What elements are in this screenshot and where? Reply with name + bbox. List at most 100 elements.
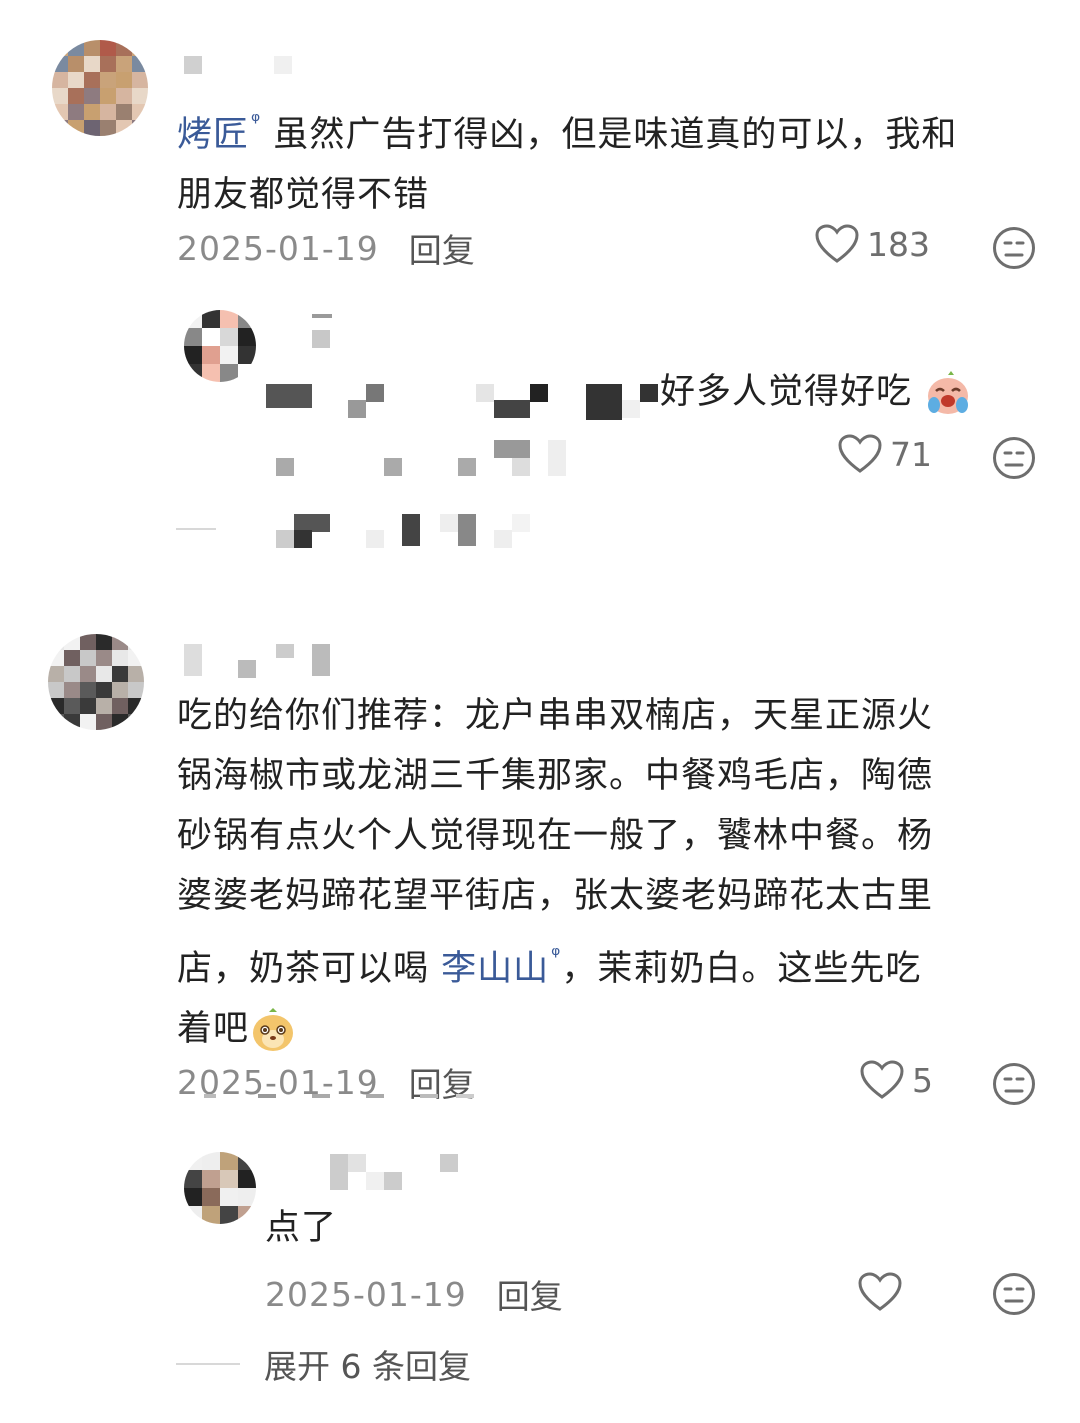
avatar[interactable] <box>52 40 148 136</box>
avatar-pixel <box>112 698 128 714</box>
avatar[interactable] <box>48 634 144 730</box>
reply-text: 好多人觉得好吃 <box>660 362 972 422</box>
avatar-pixel <box>68 72 84 88</box>
username-redacted <box>276 644 294 658</box>
redacted-text <box>494 400 530 418</box>
avatar-pixel <box>184 1170 202 1188</box>
avatar-pixel <box>184 310 202 328</box>
meh-face-icon[interactable] <box>992 436 1036 480</box>
redacted-text <box>366 530 384 548</box>
avatar-pixel <box>80 650 96 666</box>
avatar-pixel <box>116 72 132 88</box>
like-button[interactable] <box>858 1272 910 1312</box>
avatar-pixel <box>128 666 144 682</box>
avatar-pixel <box>184 1206 202 1224</box>
avatar-pixel <box>116 40 132 56</box>
avatar-pixel <box>112 634 128 650</box>
reply-avatar[interactable] <box>184 1152 256 1224</box>
avatar-pixel <box>184 1152 202 1170</box>
avatar-pixel <box>220 1170 238 1188</box>
avatar-pixel <box>64 698 80 714</box>
divider-line <box>176 528 216 530</box>
avatar-pixel <box>202 364 220 382</box>
avatar-pixel <box>116 104 132 120</box>
mention-link[interactable]: 烤匠ᵠ <box>177 109 261 155</box>
avatar-pixel <box>68 104 84 120</box>
crying-laugh-face-icon <box>928 371 969 414</box>
meh-face-icon[interactable] <box>992 1062 1036 1106</box>
redacted-text <box>586 384 622 420</box>
avatar-pixel <box>68 56 84 72</box>
heart-icon <box>838 434 882 473</box>
avatar-pixel <box>220 1188 238 1206</box>
avatar-pixel <box>202 1188 220 1206</box>
username-redacted <box>238 660 256 678</box>
avatar-pixel <box>68 88 84 104</box>
avatar-pixel <box>238 1152 256 1170</box>
redacted-text <box>458 458 476 476</box>
username-redacted <box>312 314 332 318</box>
redacted-text <box>294 530 312 548</box>
avatar-pixel <box>84 120 100 136</box>
avatar-pixel <box>238 328 256 346</box>
avatar-pixel <box>96 634 112 650</box>
avatar-pixel <box>48 666 64 682</box>
avatar-pixel <box>184 328 202 346</box>
comment-text: 烤匠ᵠ 虽然广告打得凶，但是味道真的可以，我和 朋友都觉得不错 <box>177 109 958 215</box>
avatar-pixel <box>52 56 68 72</box>
avatar-pixel <box>48 650 64 666</box>
meh-face-icon[interactable] <box>992 226 1036 270</box>
avatar-pixel <box>100 56 116 72</box>
like-button[interactable]: 183 <box>815 224 930 264</box>
avatar-pixel <box>96 666 112 682</box>
avatar-pixel <box>202 1170 220 1188</box>
avatar-pixel <box>202 328 220 346</box>
like-count: 183 <box>867 224 930 264</box>
redacted-text <box>530 384 548 402</box>
username-redacted <box>184 56 202 74</box>
redacted-text <box>458 514 476 546</box>
avatar-pixel <box>202 346 220 364</box>
redacted-text <box>476 384 494 402</box>
username-redacted <box>348 1154 366 1172</box>
avatar-pixel <box>96 698 112 714</box>
avatar-pixel <box>80 634 96 650</box>
avatar-pixel <box>116 88 132 104</box>
avatar-pixel <box>112 650 128 666</box>
meh-face-icon[interactable] <box>992 1272 1036 1316</box>
avatar-pixel <box>52 120 68 136</box>
avatar-pixel <box>80 666 96 682</box>
redacted-text <box>384 458 402 476</box>
avatar-pixel <box>238 1188 256 1206</box>
avatar-pixel <box>52 40 68 56</box>
reply-avatar[interactable] <box>184 310 256 382</box>
mention-link[interactable]: 李山山ᵠ <box>441 943 561 989</box>
heart-icon <box>858 1272 902 1311</box>
like-button[interactable]: 5 <box>860 1060 933 1100</box>
reply-button[interactable]: 回复 <box>409 1058 475 1106</box>
avatar-pixel <box>220 1206 238 1224</box>
avatar-pixel <box>132 88 148 104</box>
redacted-text <box>266 384 312 408</box>
avatar-pixel <box>220 328 238 346</box>
avatar-pixel <box>220 1152 238 1170</box>
expand-replies-button[interactable]: 展开 6 条回复 <box>176 1340 471 1388</box>
avatar-pixel <box>128 714 144 730</box>
reply-button[interactable]: 回复 <box>497 1270 563 1318</box>
redacted-text <box>512 458 530 476</box>
redacted-text[interactable] <box>276 530 294 548</box>
avatar-pixel <box>80 714 96 730</box>
avatar-pixel <box>184 346 202 364</box>
avatar-pixel <box>64 634 80 650</box>
avatar-pixel <box>132 104 148 120</box>
avatar-pixel <box>132 56 148 72</box>
avatar-pixel <box>80 682 96 698</box>
redacted-text <box>456 1094 474 1098</box>
like-button[interactable]: 71 <box>838 434 932 474</box>
reply-button[interactable]: 回复 <box>409 224 475 272</box>
comment-meta: 2025-01-19 回复 <box>177 224 475 272</box>
reply-meta: 2025-01-19 回复 <box>265 1270 563 1318</box>
username-redacted <box>312 644 330 676</box>
avatar-pixel <box>68 40 84 56</box>
avatar-pixel <box>48 714 64 730</box>
